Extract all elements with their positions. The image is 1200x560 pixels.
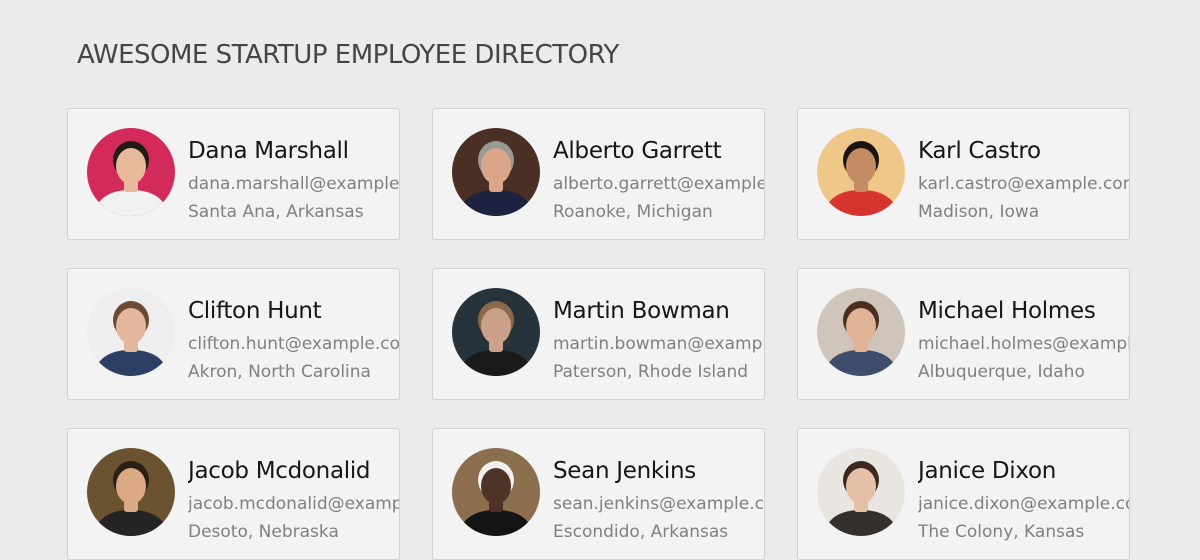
employee-location: Madison, Iowa — [918, 202, 1040, 222]
avatar-portrait — [817, 128, 905, 216]
employee-location: Roanoke, Michigan — [553, 202, 713, 222]
employee-email: clifton.hunt@example.com — [188, 334, 399, 354]
employee-grid: Dana Marshall dana.marshall@example.com … — [67, 108, 1130, 560]
employee-name: Martin Bowman — [553, 298, 730, 324]
employee-info: Martin Bowman martin.bowman@example.com … — [553, 295, 764, 386]
employee-name: Sean Jenkins — [553, 458, 696, 484]
employee-card[interactable]: Sean Jenkins sean.jenkins@example.com Es… — [432, 428, 765, 560]
employee-email: jacob.mcdonalid@example.com — [188, 494, 399, 514]
avatar[interactable] — [452, 128, 540, 216]
avatar[interactable] — [87, 448, 175, 536]
employee-email: michael.holmes@example.com — [918, 334, 1129, 354]
employee-card[interactable]: Alberto Garrett alberto.garrett@example.… — [432, 108, 765, 240]
employee-card[interactable]: Martin Bowman martin.bowman@example.com … — [432, 268, 765, 400]
employee-location: The Colony, Kansas — [918, 522, 1085, 542]
employee-name: Michael Holmes — [918, 298, 1096, 324]
avatar-portrait — [452, 288, 540, 376]
employee-email: alberto.garrett@example.com — [553, 174, 764, 194]
avatar[interactable] — [817, 448, 905, 536]
employee-info: Sean Jenkins sean.jenkins@example.com Es… — [553, 455, 764, 546]
avatar[interactable] — [817, 128, 905, 216]
employee-location: Albuquerque, Idaho — [918, 362, 1085, 382]
employee-info: Karl Castro karl.castro@example.com Madi… — [918, 135, 1129, 226]
employee-card[interactable]: Janice Dixon janice.dixon@example.com Th… — [797, 428, 1130, 560]
employee-card[interactable]: Karl Castro karl.castro@example.com Madi… — [797, 108, 1130, 240]
employee-info: Jacob Mcdonalid jacob.mcdonalid@example.… — [188, 455, 399, 546]
employee-location: Desoto, Nebraska — [188, 522, 339, 542]
avatar-portrait — [817, 288, 905, 376]
avatar-portrait — [87, 128, 175, 216]
employee-email: martin.bowman@example.com — [553, 334, 764, 354]
avatar[interactable] — [87, 288, 175, 376]
employee-name: Clifton Hunt — [188, 298, 322, 324]
employee-info: Alberto Garrett alberto.garrett@example.… — [553, 135, 764, 226]
avatar[interactable] — [452, 288, 540, 376]
employee-location: Akron, North Carolina — [188, 362, 371, 382]
employee-card[interactable]: Michael Holmes michael.holmes@example.co… — [797, 268, 1130, 400]
avatar[interactable] — [452, 448, 540, 536]
avatar-portrait — [87, 448, 175, 536]
employee-card[interactable]: Jacob Mcdonalid jacob.mcdonalid@example.… — [67, 428, 400, 560]
employee-card[interactable]: Clifton Hunt clifton.hunt@example.com Ak… — [67, 268, 400, 400]
employee-location: Paterson, Rhode Island — [553, 362, 749, 382]
avatar-portrait — [452, 448, 540, 536]
employee-info: Janice Dixon janice.dixon@example.com Th… — [918, 455, 1129, 546]
avatar-portrait — [87, 288, 175, 376]
employee-email: karl.castro@example.com — [918, 174, 1129, 194]
employee-info: Dana Marshall dana.marshall@example.com … — [188, 135, 399, 226]
employee-location: Escondido, Arkansas — [553, 522, 729, 542]
employee-info: Clifton Hunt clifton.hunt@example.com Ak… — [188, 295, 399, 386]
employee-name: Karl Castro — [918, 138, 1041, 164]
avatar-portrait — [452, 128, 540, 216]
employee-email: janice.dixon@example.com — [918, 494, 1129, 514]
employee-email: dana.marshall@example.com — [188, 174, 399, 194]
avatar[interactable] — [87, 128, 175, 216]
employee-name: Jacob Mcdonalid — [188, 458, 371, 484]
employee-name: Dana Marshall — [188, 138, 349, 164]
employee-email: sean.jenkins@example.com — [553, 494, 764, 514]
employee-location: Santa Ana, Arkansas — [188, 202, 364, 222]
employee-card[interactable]: Dana Marshall dana.marshall@example.com … — [67, 108, 400, 240]
avatar-portrait — [817, 448, 905, 536]
employee-info: Michael Holmes michael.holmes@example.co… — [918, 295, 1129, 386]
avatar[interactable] — [817, 288, 905, 376]
employee-name: Alberto Garrett — [553, 138, 722, 164]
employee-name: Janice Dixon — [918, 458, 1057, 484]
page-title: AWESOME STARTUP EMPLOYEE DIRECTORY — [77, 40, 619, 70]
